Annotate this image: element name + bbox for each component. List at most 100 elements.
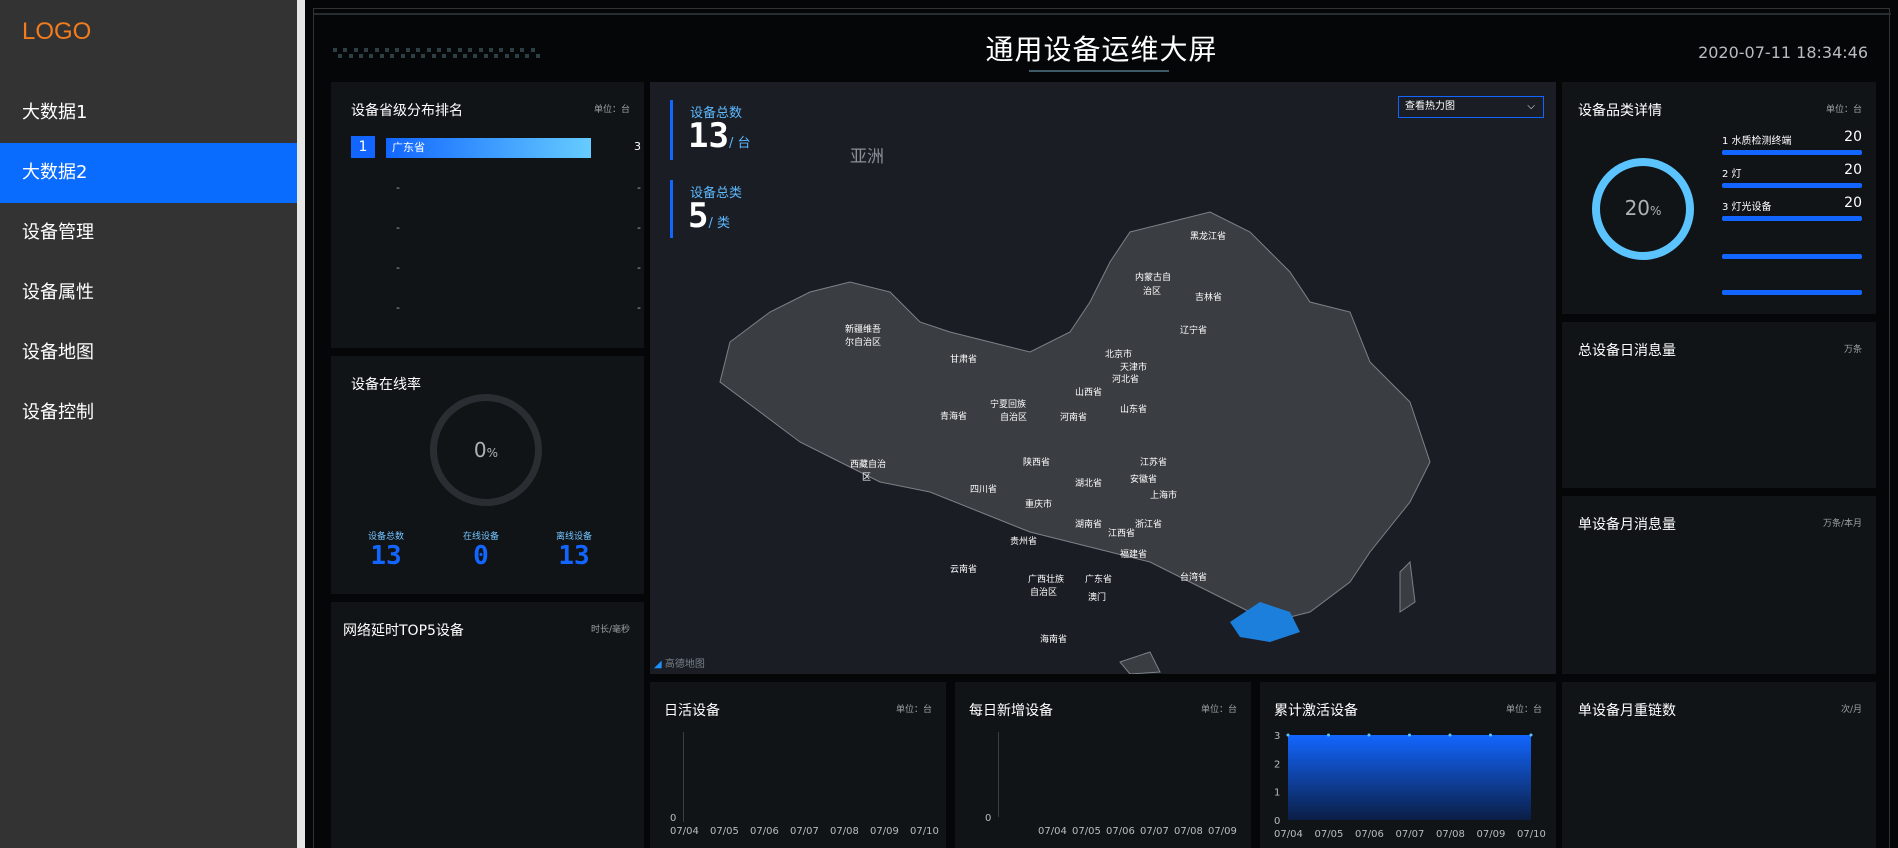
category-value: 20	[1844, 195, 1862, 211]
x-tick-label: 07/09	[1477, 829, 1506, 840]
province-label: 自治区	[1030, 586, 1057, 598]
region-label: 亚洲	[850, 147, 884, 167]
province-label: 黑龙江省	[1190, 230, 1226, 242]
province-label: 江西省	[1108, 527, 1135, 539]
dashboard: 通用设备运维大屏 2020-07-11 18:34:46 设备省级分布排名 单位…	[305, 0, 1898, 848]
category-unit: 单位：台	[1825, 105, 1862, 115]
province-label: 山西省	[1075, 386, 1102, 398]
province-label: 台湾省	[1180, 571, 1207, 583]
x-tick-label: 07/10	[910, 826, 939, 837]
province-label: 辽宁省	[1180, 324, 1207, 336]
y-tick-label: 0	[985, 813, 992, 824]
province-label: 西藏自治	[850, 458, 886, 470]
latency-title: 网络延时TOP5设备	[343, 623, 464, 639]
province-label: 福建省	[1120, 548, 1147, 560]
province-label: 北京市	[1105, 348, 1132, 360]
province-label: 重庆市	[1025, 498, 1052, 510]
province-label: 云南省	[950, 563, 977, 575]
category-row: 3 灯光设备 20	[1722, 195, 1862, 226]
x-tick-label: 07/06	[750, 826, 779, 837]
map-panel[interactable]: 黑龙江省 内蒙古自 治区 吉林省 辽宁省 北京市 天津市 河北省 新疆维吾 尔自…	[650, 82, 1556, 674]
ranking-row: 1 广东省 3	[351, 136, 641, 158]
ranking-panel: 设备省级分布排名 单位：台 1 广东省 3 - - - - - - - -	[331, 82, 644, 348]
province-label: 江苏省	[1140, 456, 1167, 468]
province-label: 天津市	[1120, 361, 1147, 373]
daily-active-unit: 单位：台	[895, 705, 932, 715]
province-label: 治区	[1143, 285, 1161, 297]
x-tick-label: 07/07	[1396, 829, 1425, 840]
x-tick-label: 07/07	[790, 826, 819, 837]
monthly-reconnect-title: 单设备月重链数	[1578, 703, 1676, 719]
province-label: 区	[862, 472, 871, 483]
category-value: 20	[1844, 129, 1862, 145]
heatmap-select[interactable]: 查看热力图 ⌵	[1398, 96, 1544, 118]
province-label: 广东省	[1085, 573, 1112, 585]
province-label: 湖南省	[1075, 518, 1102, 530]
rank-value: -	[637, 181, 641, 194]
sidebar-item-bigdata1[interactable]: 大数据1	[0, 83, 297, 143]
daily-new-unit: 单位：台	[1200, 705, 1237, 715]
x-tick-label: 07/06	[1106, 826, 1135, 837]
y-axis-line	[998, 732, 999, 817]
rank-name: -	[396, 181, 400, 194]
daily-message-unit: 万条	[1843, 345, 1862, 355]
daily-message-title: 总设备日消息量	[1578, 343, 1676, 359]
x-tick-label: 07/05	[1315, 829, 1344, 840]
category-value: 20	[1844, 162, 1862, 178]
sidebar-item-bigdata2[interactable]: 大数据2	[0, 143, 297, 203]
sidebar-item-device-map[interactable]: 设备地图	[0, 323, 297, 383]
x-tick-label: 07/10	[1517, 829, 1546, 840]
rank-bar: 广东省	[386, 138, 591, 158]
daily-new-panel: 每日新增设备 单位：台 0 07/04 07/05 07/06 07/07 07/08 0…	[955, 682, 1251, 848]
province-label: 四川省	[970, 483, 997, 495]
category-title: 设备品类详情	[1578, 103, 1662, 119]
x-tick-label: 07/04	[1038, 826, 1067, 837]
latency-unit: 时长/毫秒	[590, 625, 630, 635]
latency-panel: 网络延时TOP5设备 时长/毫秒	[331, 602, 644, 848]
map-logo-icon: ◢	[654, 659, 662, 670]
category-row: 1 水质检测终端 20	[1722, 129, 1862, 160]
sidebar-item-device-attributes[interactable]: 设备属性	[0, 263, 297, 323]
x-tick-label: 07/09	[1208, 826, 1237, 837]
data-point	[1286, 733, 1290, 737]
monthly-message-panel: 单设备月消息量 万条/本月	[1562, 496, 1876, 674]
rank-value: 3	[634, 140, 641, 153]
sidebar-item-device-management[interactable]: 设备管理	[0, 203, 297, 263]
ranking-row: - -	[351, 217, 641, 239]
logo: LOGO	[22, 18, 92, 45]
data-point	[1367, 733, 1371, 737]
stat-value-offline: 13	[558, 541, 590, 571]
sidebar-item-device-control[interactable]: 设备控制	[0, 383, 297, 443]
province-label: 浙江省	[1135, 518, 1162, 530]
y-tick-label: 2	[1274, 759, 1280, 770]
province-label: 海南省	[1040, 633, 1067, 645]
map-types-value: 5/ 类	[688, 196, 730, 236]
map-total-value: 13/ 台	[688, 116, 751, 156]
province-label: 甘肃省	[950, 353, 977, 365]
china-map[interactable]: 黑龙江省 内蒙古自 治区 吉林省 辽宁省 北京市 天津市 河北省 新疆维吾 尔自…	[650, 82, 1556, 674]
province-label: 上海市	[1150, 489, 1177, 501]
x-tick-label: 07/06	[1355, 829, 1384, 840]
title-underline	[1029, 70, 1169, 72]
category-bar	[1722, 183, 1862, 188]
category-bar	[1722, 254, 1862, 259]
y-tick-label: 0	[1274, 816, 1280, 827]
daily-message-panel: 总设备日消息量 万条	[1562, 322, 1876, 488]
cumulative-panel: 累计激活设备 单位：台 3 2 1 0 07/04 07/05 07/06 07/07 07/0…	[1260, 682, 1556, 848]
ranking-unit: 单位：台	[593, 105, 630, 115]
x-tick-label: 07/07	[1140, 826, 1169, 837]
category-label: 1 水质检测终端	[1722, 136, 1792, 147]
datetime: 2020-07-11 18:34:46	[1698, 43, 1868, 62]
online-percent: 0%	[473, 438, 499, 462]
daily-active-title: 日活设备	[664, 703, 720, 719]
province-label: 内蒙古自	[1135, 271, 1171, 283]
map-stat-bar	[670, 180, 673, 238]
x-tick-label: 07/04	[670, 826, 699, 837]
x-tick-label: 07/08	[830, 826, 859, 837]
province-label: 贵州省	[1010, 535, 1037, 547]
province-label: 尔自治区	[845, 336, 881, 348]
ranking-row: - -	[351, 257, 641, 279]
data-point	[1327, 733, 1330, 737]
data-point	[1408, 733, 1411, 737]
x-tick-label: 07/09	[870, 826, 899, 837]
